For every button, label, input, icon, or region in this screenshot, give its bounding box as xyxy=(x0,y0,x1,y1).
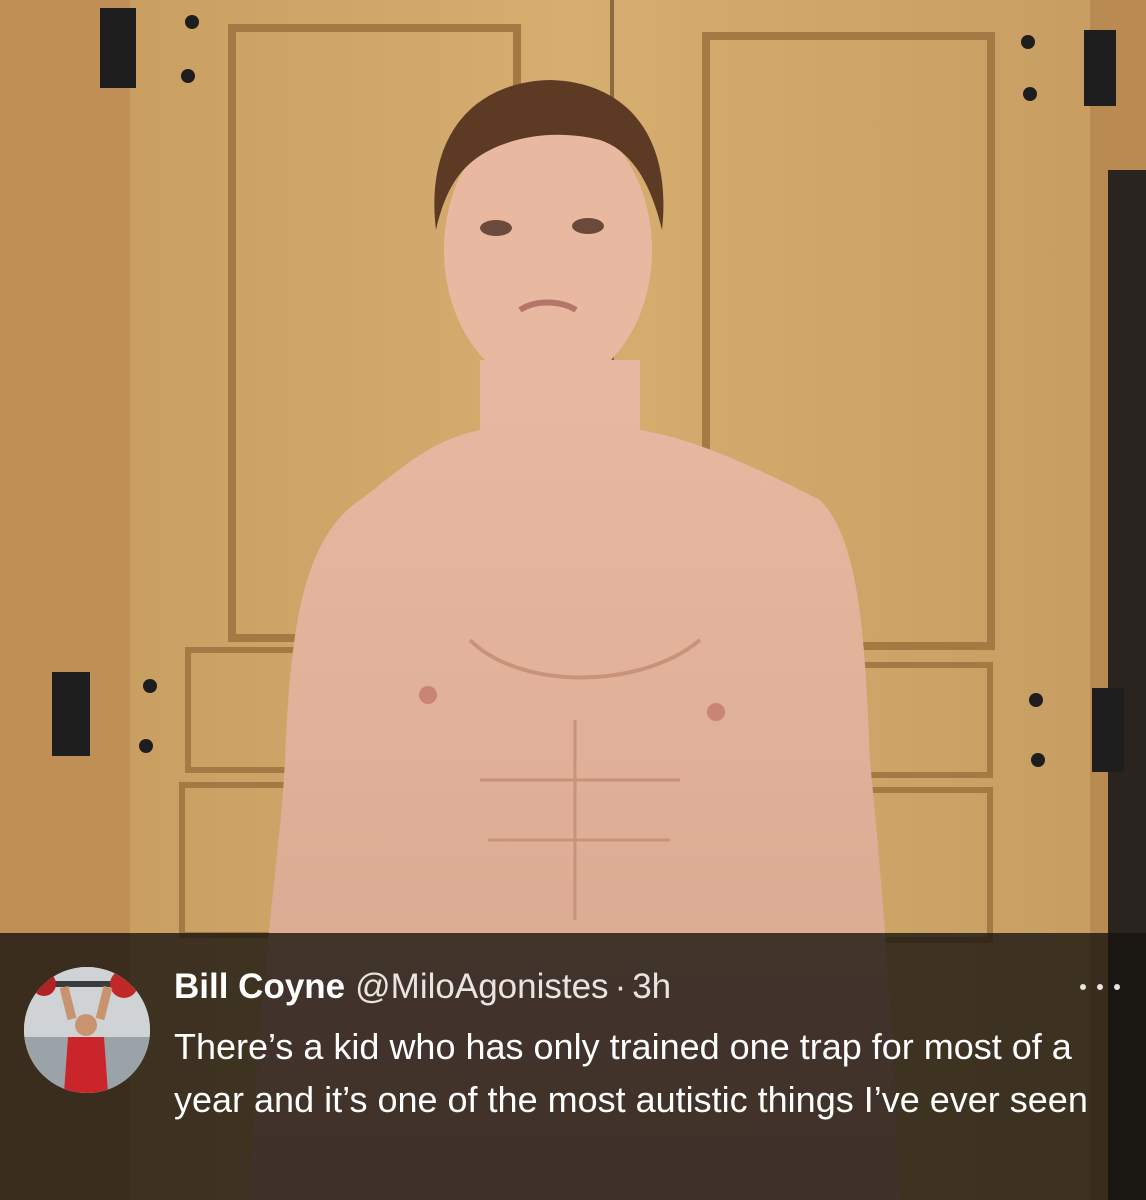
author-handle[interactable]: @MiloAgonistes xyxy=(355,962,608,1012)
more-dot xyxy=(1114,984,1120,990)
tweet-header: Bill Coyne @MiloAgonistes · 3h xyxy=(174,962,671,1012)
tweet-text: There’s a kid who has only trained one t… xyxy=(174,1026,1088,1120)
avatar[interactable] xyxy=(24,967,150,1093)
more-dot xyxy=(1097,984,1103,990)
more-horizontal-icon xyxy=(1080,984,1086,990)
author-name[interactable]: Bill Coyne xyxy=(174,962,345,1012)
timestamp[interactable]: 3h xyxy=(632,962,671,1012)
weightlifter-avatar-icon xyxy=(24,967,150,1093)
separator: · xyxy=(614,967,627,1006)
more-button[interactable] xyxy=(1080,972,1120,1002)
